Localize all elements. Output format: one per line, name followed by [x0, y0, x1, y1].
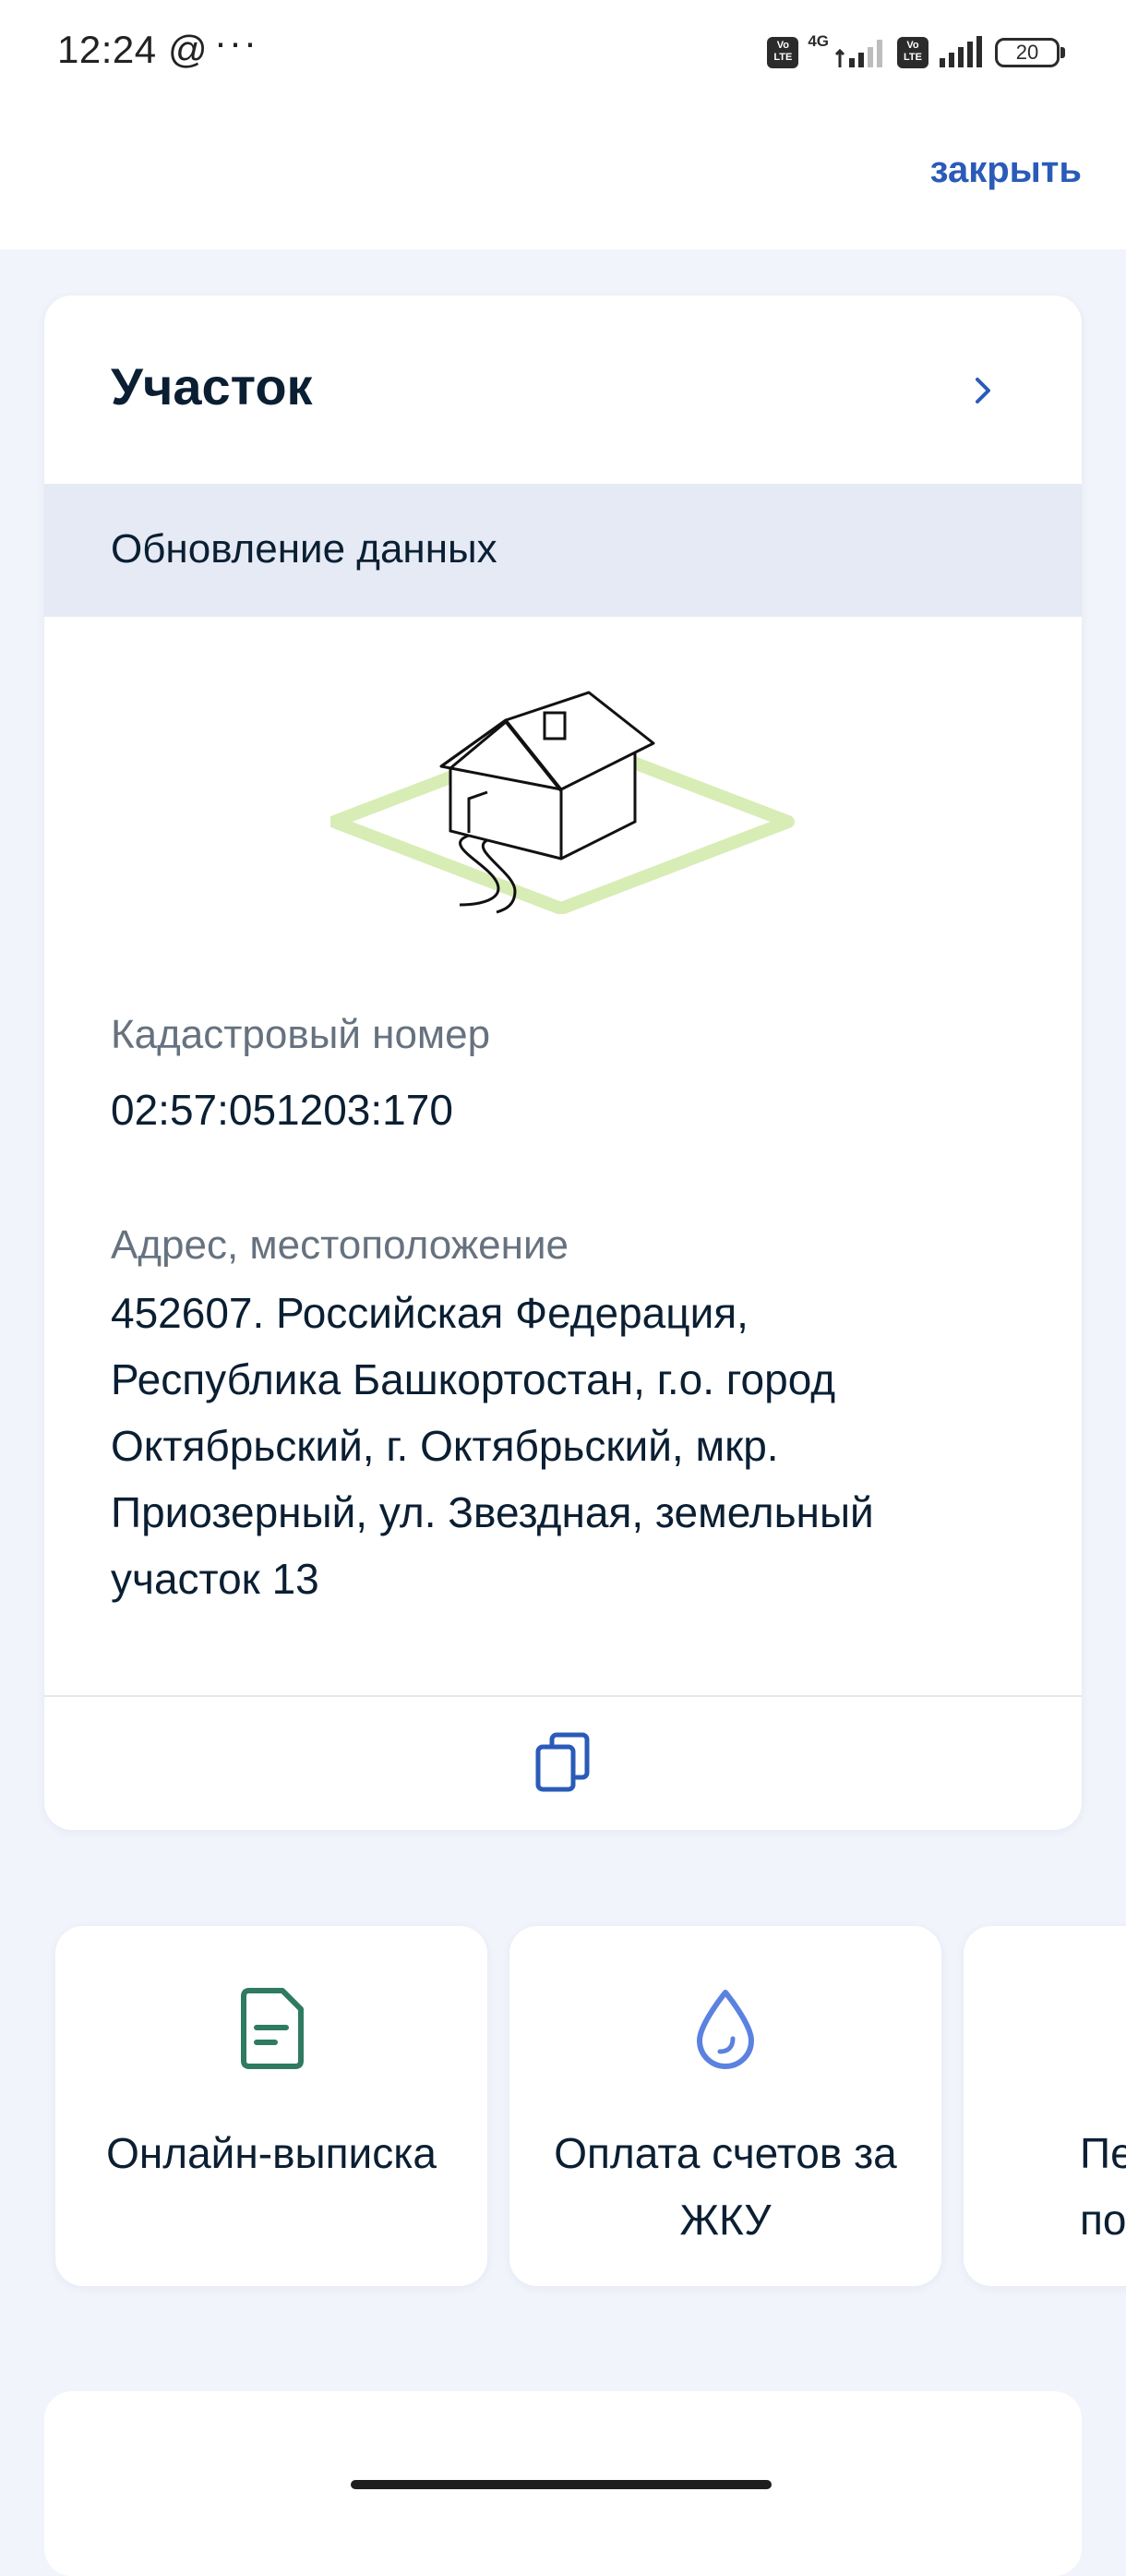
home-indicator[interactable] — [351, 2480, 772, 2489]
signal-icon — [834, 40, 882, 67]
tile-label-line: Онлайн-выписка — [106, 2129, 437, 2177]
cadastral-number-label: Кадастровый номер — [111, 1012, 491, 1057]
close-button[interactable]: закрыть — [930, 150, 1082, 191]
property-card-header[interactable]: Участок — [44, 295, 1082, 484]
card-title: Участок — [111, 357, 313, 415]
document-icon — [241, 1988, 304, 2069]
address-line: Приозерный, ул. Звездная, земельный — [111, 1488, 874, 1536]
update-banner-text: Обновление данных — [111, 526, 497, 572]
address-line: 452607. Российская Федерация, — [111, 1289, 749, 1337]
address-line: Республика Башкортостан, г.о. город — [111, 1355, 836, 1403]
battery-icon: 20 — [995, 38, 1065, 67]
online-statement-tile[interactable]: Онлайн-выписка — [55, 1926, 487, 2286]
status-time: 12:24 — [57, 28, 157, 71]
tile-label: Пе по — [1080, 2120, 1126, 2253]
tile-label-line: ЖКУ — [679, 2196, 772, 2244]
utility-payment-tile[interactable]: Оплата счетов за ЖКУ — [509, 1926, 941, 2286]
service-tile-partial[interactable]: Пе по — [964, 1926, 1126, 2286]
address-value: 452607. Российская Федерация, Республика… — [111, 1280, 997, 1612]
tile-label-line: Пе — [1080, 2129, 1126, 2177]
tile-label: Онлайн-выписка — [55, 2120, 487, 2186]
chevron-right-icon — [976, 378, 990, 403]
volte-icon: Vo LTE — [767, 37, 799, 68]
tile-label: Оплата счетов за ЖКУ — [509, 2120, 941, 2253]
water-drop-icon — [697, 1990, 754, 2069]
tile-label-line: Оплата счетов за — [554, 2129, 897, 2177]
copy-icon — [535, 1732, 590, 1792]
property-card: Участок Обновление данных Кадастровый но… — [44, 295, 1082, 1830]
address-line: Октябрьский, г. Октябрьский, мкр. — [111, 1422, 779, 1470]
top-bar: закрыть — [0, 109, 1126, 249]
address-label: Адрес, местоположение — [111, 1222, 569, 1268]
address-line: участок 13 — [111, 1555, 319, 1603]
volte-icon-2: Vo LTE — [897, 37, 928, 68]
update-banner: Обновление данных — [44, 484, 1082, 617]
cadastral-number-value: 02:57:051203:170 — [111, 1086, 453, 1134]
house-plot-illustration — [330, 691, 795, 914]
network-type: 4G — [808, 32, 829, 50]
at-icon: @ — [168, 28, 208, 71]
copy-button[interactable] — [44, 1697, 1082, 1830]
status-indicators: Vo LTE 4G Vo LTE 20 — [767, 31, 1065, 74]
status-bar: 12:24 @ ··· Vo LTE 4G Vo LTE 20 — [0, 0, 1126, 109]
signal-icon-2 — [940, 36, 982, 67]
tile-label-line: по — [1080, 2196, 1126, 2244]
more-notifications-icon: ··· — [214, 20, 258, 64]
